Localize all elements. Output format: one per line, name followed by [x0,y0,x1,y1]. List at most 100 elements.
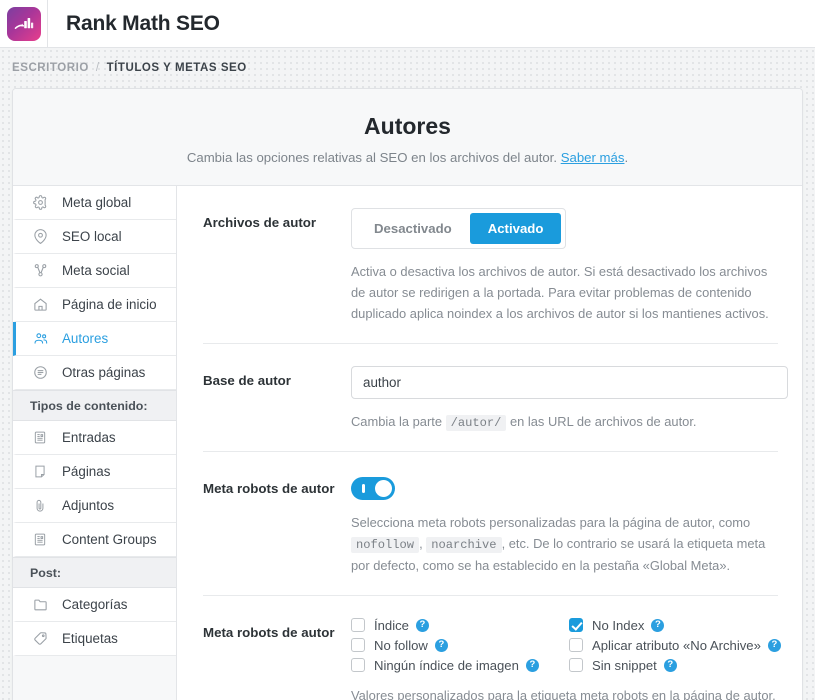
help-icon[interactable]: ? [434,638,448,652]
logo-container [0,0,48,47]
page-subtitle-period: . [624,150,629,165]
pin-icon [33,229,52,244]
field-label: Base de autor [203,372,291,388]
checkbox-no-archive[interactable]: Aplicar atributo «No Archive» ? [569,638,781,653]
settings-panel: Autores Cambia las opciones relativas al… [12,88,803,700]
author-base-code: /autor/ [445,414,507,431]
field-label: Meta robots de autor [203,481,335,497]
sidebar-item-label: Entradas [62,430,116,445]
sidebar-item-label: Etiquetas [62,631,118,646]
post-icon [33,532,52,547]
page-title: Autores [364,113,451,139]
breadcrumb-current: TÍTULOS Y METAS SEO [106,62,247,74]
sidebar-item-label: Adjuntos [62,498,115,513]
sidebar-item-meta-global[interactable]: Meta global [13,186,176,220]
field-label: Archivos de autor [203,215,317,230]
author-base-input[interactable] [351,365,788,399]
settings-content: Archivos de autor Desactivado Activado A… [177,186,802,700]
checkbox-label: No Index [592,617,645,633]
author-archives-off-button[interactable]: Desactivado [356,213,470,244]
sidebar-item-label: Página de inicio [62,297,157,312]
code-noarchive: noarchive [426,537,502,554]
field-control: Desactivado Activado Activa o desactiva … [351,208,778,325]
top-bar: Rank Math SEO [0,0,815,48]
sidebar-item-pagina-de-inicio[interactable]: Página de inicio [13,288,176,322]
checkbox-box[interactable] [569,618,583,633]
help-text-part1: Selecciona meta robots personalizadas pa… [351,515,751,531]
sidebar-item-label: Categorías [62,597,128,612]
sidebar-item-seo-local[interactable]: SEO local [13,220,176,254]
checkbox-indice[interactable]: Índice ? [351,618,569,633]
sidebar-item-adjuntos[interactable]: Adjuntos [13,489,176,523]
field-label: Meta robots de autor [203,624,335,640]
field-help-text: Activa o desactiva los archivos de autor… [351,264,769,321]
sidebar-item-meta-social[interactable]: Meta social [13,254,176,288]
help-icon[interactable]: ? [525,658,539,672]
app-title: Rank Math SEO [66,11,220,35]
users-icon [33,331,52,346]
checkbox-no-snippet[interactable]: Sin snippet ? [569,658,781,673]
field-author-archives: Archivos de autor Desactivado Activado A… [203,186,778,344]
field-control: Cambia la parte /autor/ en las URL de ar… [351,365,788,434]
help-icon[interactable]: ? [767,638,781,652]
sidebar-item-paginas[interactable]: Páginas [13,455,176,489]
field-help-text: Cambia la parte /autor/ en las URL de ar… [351,412,783,434]
help-icon[interactable]: ? [651,618,665,632]
checkbox-label: Sin snippet [592,657,657,673]
sidebar-item-content-groups[interactable]: Content Groups [13,523,176,557]
panel-header: Autores Cambia las opciones relativas al… [13,89,802,186]
page-subtitle: Cambia las opciones relativas al SEO en … [187,150,628,165]
sidebar-item-otras-paginas[interactable]: Otras páginas [13,356,176,390]
help-icon[interactable]: ? [415,618,429,632]
breadcrumb: ESCRITORIO / TÍTULOS Y METAS SEO [0,48,815,88]
field-author-meta-robots-toggle: Meta robots de autor Selecciona meta rob… [203,452,778,596]
author-archives-on-button[interactable]: Activado [469,213,562,244]
author-meta-robots-switch[interactable] [351,477,395,501]
checkbox-label: Aplicar atributo «No Archive» [592,637,761,653]
author-archives-toggle-group: Desactivado Activado [351,208,567,249]
panel-body: Meta global SEO local Meta social Página… [13,186,802,700]
page-icon [33,464,52,479]
share-icon [33,263,52,278]
checkbox-box[interactable] [351,618,365,633]
sidebar-item-label: Autores [62,331,109,346]
home-icon [33,297,52,312]
checkbox-label: No follow [374,637,428,653]
field-help-text: Selecciona meta robots personalizadas pa… [351,513,778,576]
switch-bar-icon [362,484,365,494]
sidebar-item-label: Páginas [62,464,111,479]
code-nofollow: nofollow [351,537,420,554]
meta-robots-checkbox-grid: Índice ? No Index ? No follow ? Aplicar … [351,618,781,673]
sidebar-item-categorias[interactable]: Categorías [13,588,176,622]
learn-more-link[interactable]: Saber más [561,150,625,165]
gear-icon [33,195,52,210]
checkbox-label: Índice [374,617,409,633]
field-control: Selecciona meta robots personalizadas pa… [351,474,778,576]
help-text-after: en las URL de archivos de autor. [506,413,697,429]
sidebar-item-etiquetas[interactable]: Etiquetas [13,622,176,656]
help-icon[interactable]: ? [663,658,677,672]
sidebar-group-tipos-de-contenido: Tipos de contenido: [13,390,176,421]
checkbox-box[interactable] [569,658,583,673]
field-author-meta-robots-checks: Meta robots de autor Índice ? No Index ?… [203,596,781,700]
list-icon [33,365,52,380]
checkbox-no-follow[interactable]: No follow ? [351,638,569,653]
sidebar-item-label: SEO local [62,229,122,244]
switch-knob [375,480,392,498]
checkbox-box[interactable] [351,638,365,653]
checkbox-box[interactable] [351,658,365,673]
breadcrumb-root[interactable]: ESCRITORIO [12,62,89,74]
sidebar-item-label: Meta social [62,263,130,278]
post-icon [33,430,52,445]
tag-icon [33,631,52,646]
sidebar-item-autores[interactable]: Autores [13,322,176,356]
checkbox-no-image-index[interactable]: Ningún índice de imagen ? [351,658,569,673]
checkbox-box[interactable] [569,638,583,653]
sidebar-item-entradas[interactable]: Entradas [13,421,176,455]
page-subtitle-text: Cambia las opciones relativas al SEO en … [186,150,561,165]
rank-math-logo-icon [6,6,41,41]
checkbox-no-index[interactable]: No Index ? [569,618,781,633]
paperclip-icon [33,498,52,513]
help-text-before: Cambia la parte [351,413,446,429]
sidebar-group-post: Post: [13,557,176,588]
